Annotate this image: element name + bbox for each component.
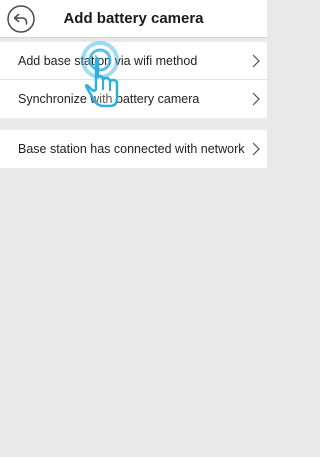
menu-item-synchronize-battery-camera[interactable]: Synchronize with battery camera: [0, 80, 267, 118]
chevron-right-icon: [252, 54, 260, 68]
header-bar: Add battery camera: [0, 0, 267, 38]
menu-item-add-base-station-wifi[interactable]: Add base station via wifi method: [0, 42, 267, 80]
menu-section-network: Base station has connected with network: [0, 130, 267, 168]
chevron-right-icon: [252, 92, 260, 106]
menu-item-label: Add base station via wifi method: [18, 54, 198, 68]
page-title: Add battery camera: [63, 10, 204, 27]
chevron-right-icon: [252, 142, 260, 156]
menu-item-label: Base station has connected with network: [18, 142, 245, 156]
menu-item-base-station-connected[interactable]: Base station has connected with network: [0, 130, 267, 168]
menu-section-setup: Add base station via wifi method Synchro…: [0, 42, 267, 118]
menu-item-label: Synchronize with battery camera: [18, 92, 200, 106]
